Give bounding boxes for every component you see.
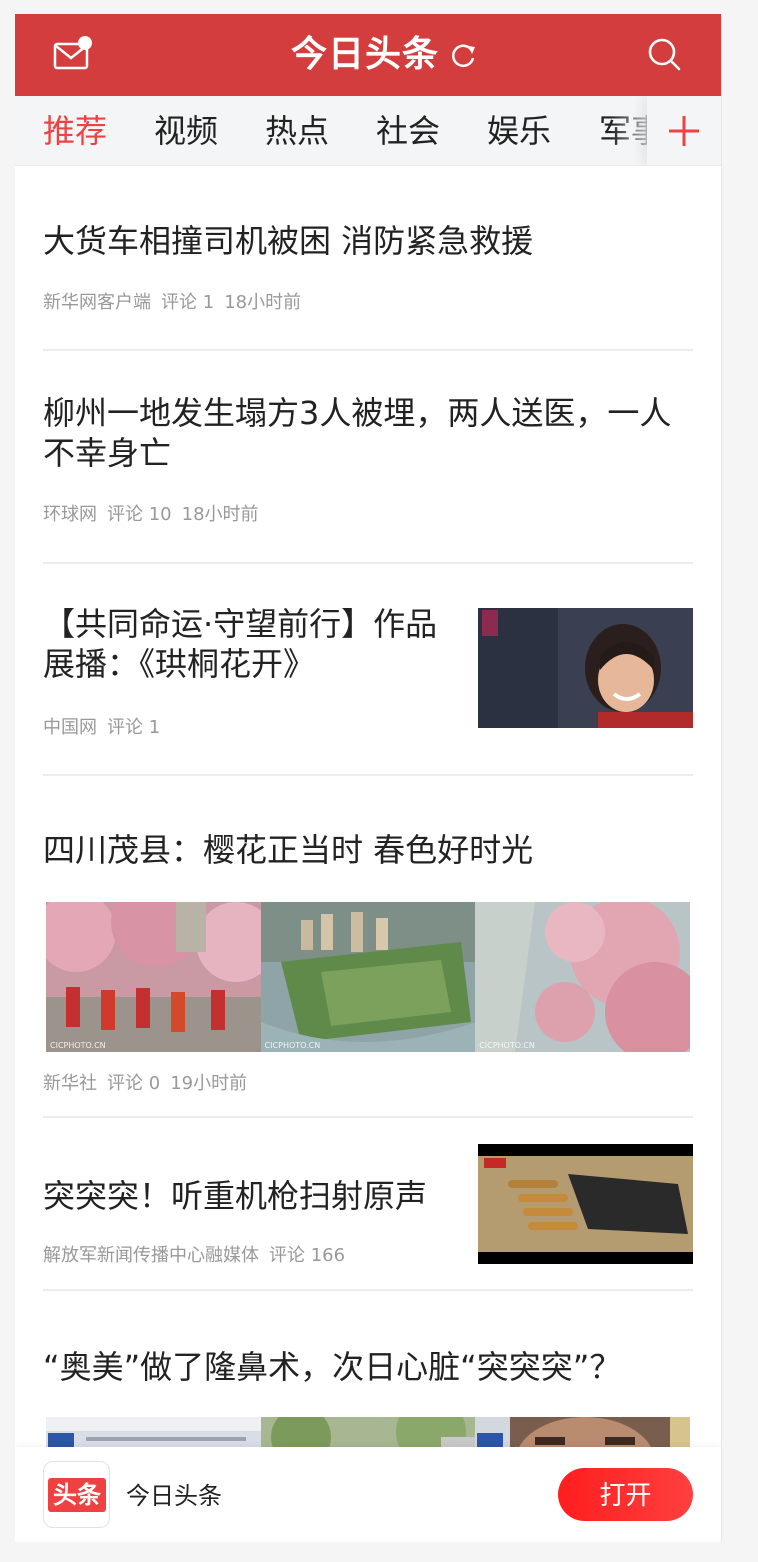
article-source: 中国网 [43,717,97,738]
top-header: 今日头条 [15,14,721,96]
tab-entertainment[interactable]: 娱乐 [487,96,551,165]
article-meta: 新华社 评论 0 19小时前 [43,1072,257,1096]
gallery-image: CICPHOTO.CN [475,902,690,1052]
tab-recommend[interactable]: 推荐 [43,96,107,165]
article-title[interactable]: 四川茂县：樱花正当时 春色好时光 [43,830,693,870]
gallery-image: CICPHOTO.CN [260,902,476,1052]
refresh-icon[interactable] [451,43,477,69]
app-logo: 今日头条 [291,34,440,75]
tab-hot[interactable]: 热点 [265,96,329,165]
article-card[interactable]: 【共同命运·守望前行】作品展播：《珙桐花开》 中国网 评论 1 [43,564,693,776]
toutiao-app-icon: 头条 [43,1461,110,1528]
article-meta: 环球网 评论 10 18小时前 [43,503,269,527]
article-image-gallery[interactable]: CICPHOTO.CN CICPHOTO.CN CICPHOTO.CN [46,902,690,1052]
article-comments: 评论 1 [107,717,161,738]
image-watermark: CICPHOTO.CN [264,1041,321,1050]
tab-video[interactable]: 视频 [154,96,218,165]
article-comments: 评论 166 [269,1245,346,1266]
image-watermark: CICPHOTO.CN [50,1041,106,1050]
article-time: 18小时前 [181,504,259,525]
article-meta: 中国网 评论 1 [43,716,170,740]
image-watermark: CICPHOTO.CN [479,1041,535,1050]
plus-icon [669,116,699,146]
article-title[interactable]: 柳州一地发生塌方3人被埋，两人送医，一人不幸身亡 [43,393,683,473]
article-title[interactable]: 【共同命运·守望前行】作品展播：《珙桐花开》 [43,604,453,684]
app-download-bar: 头条 今日头条 打开 [15,1447,721,1542]
article-card[interactable]: 柳州一地发生塌方3人被埋，两人送医，一人不幸身亡 环球网 评论 10 18小时前 [43,351,693,564]
article-comments: 评论 0 [107,1073,161,1094]
article-title[interactable]: 大货车相撞司机被困 消防紧急救援 [43,221,693,261]
tab-society[interactable]: 社会 [376,96,440,165]
open-app-button[interactable]: 打开 [558,1468,693,1521]
gallery-image: CICPHOTO.CN [46,902,261,1052]
article-card[interactable]: 突突突！听重机枪扫射原声 解放军新闻传播中心融媒体 评论 166 [43,1118,693,1291]
article-card[interactable]: 四川茂县：樱花正当时 春色好时光 CICPHOTO.CN CICPHOTO.CN… [43,776,693,1118]
article-source: 新华网客户端 [43,292,151,313]
article-title[interactable]: 突突突！听重机枪扫射原声 [43,1176,453,1216]
mail-icon[interactable] [53,36,93,70]
app-container: 今日头条 推荐 视频 热点 社会 娱乐 军事 大货车相撞司机被困 消防紧急救援 [15,14,722,1542]
article-comments: 评论 1 [161,292,215,313]
article-meta: 新华网客户端 评论 1 18小时前 [43,291,311,315]
search-icon[interactable] [646,36,682,72]
article-source: 解放军新闻传播中心融媒体 [43,1245,259,1266]
channel-tabs: 推荐 视频 热点 社会 娱乐 军事 [15,96,721,166]
article-source: 新华社 [43,1073,97,1094]
article-meta: 解放军新闻传播中心融媒体 评论 166 [43,1244,355,1268]
article-title[interactable]: “奥美”做了隆鼻术，次日心脏“突突突”？ [43,1347,693,1387]
article-card[interactable]: 大货车相撞司机被困 消防紧急救援 新华网客户端 评论 1 18小时前 [43,167,693,351]
add-channel-button[interactable] [647,96,721,165]
app-icon-text: 头条 [48,1478,106,1512]
article-source: 环球网 [43,504,97,525]
app-name: 今日头条 [126,1482,222,1510]
article-time: 19小时前 [170,1073,248,1094]
article-thumbnail[interactable] [478,1144,693,1264]
article-time: 18小时前 [224,292,302,313]
article-thumbnail[interactable] [478,608,693,728]
article-comments: 评论 10 [107,504,172,525]
